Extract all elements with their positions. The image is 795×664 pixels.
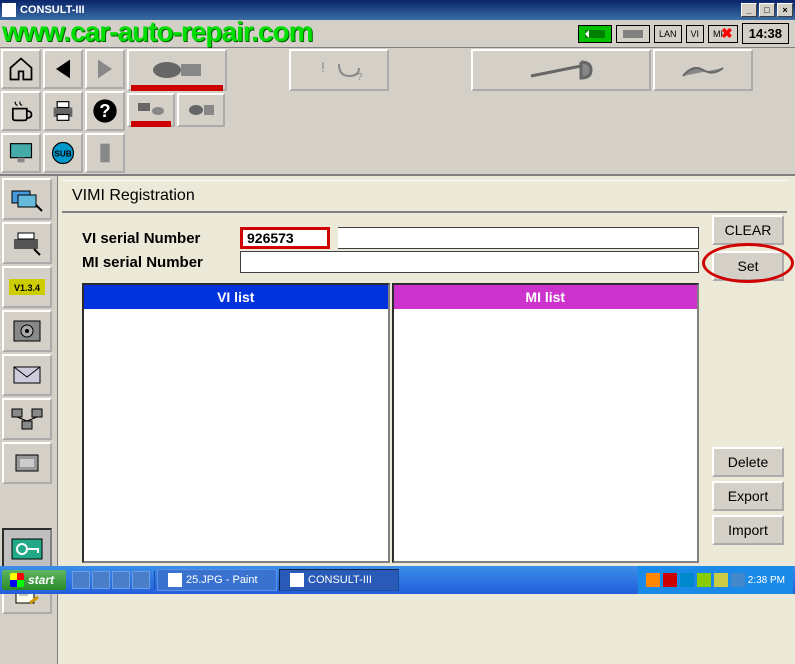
misc-section-button[interactable] (653, 49, 753, 91)
mi-serial-label: MI serial Number (82, 254, 232, 271)
window-title: CONSULT-III (20, 4, 85, 16)
tray-icon-1[interactable] (646, 573, 660, 587)
taskbar-item-consult[interactable]: CONSULT-III (279, 569, 399, 591)
minimize-button[interactable]: _ (741, 3, 757, 17)
maximize-button[interactable]: □ (759, 3, 775, 17)
right-button-column: CLEAR Set Delete Export Import (709, 213, 787, 567)
mi-list-header: MI list (394, 285, 698, 309)
vehicle-section-button[interactable] (127, 49, 227, 91)
ql-app2-icon[interactable] (132, 571, 150, 589)
screen-button[interactable] (1, 133, 41, 173)
device-status-icon (616, 25, 650, 43)
wrench-section-button[interactable] (471, 49, 651, 91)
vi-serial-input[interactable] (240, 227, 330, 249)
start-button[interactable]: start (2, 570, 66, 590)
connection-green-icon (578, 25, 612, 43)
svg-text:?: ? (99, 100, 110, 121)
lan-status: LAN (654, 25, 682, 43)
main-toolbar: ? SUB !? (0, 48, 795, 176)
app-icon (2, 3, 16, 17)
vi-list-body[interactable] (84, 309, 388, 561)
import-button[interactable]: Import (712, 515, 784, 545)
watermark-text: www.car-auto-repair.com (2, 16, 313, 48)
consult-icon (290, 573, 304, 587)
svg-text:V1.3.4: V1.3.4 (14, 283, 40, 293)
back-button[interactable] (43, 49, 83, 89)
mi-status: MI✖ (708, 25, 738, 43)
column-button[interactable] (85, 133, 125, 173)
windows-taskbar: start 25.JPG - Paint CONSULT-III 2:38 PM (0, 566, 795, 594)
svg-text:?: ? (357, 72, 363, 82)
sidebar-device-button[interactable] (2, 442, 52, 484)
sidebar-network-button[interactable] (2, 398, 52, 440)
sub-button[interactable]: SUB (43, 133, 83, 173)
ql-desktop-icon[interactable] (92, 571, 110, 589)
svg-text:SUB: SUB (54, 150, 71, 159)
vi-serial-extended[interactable] (338, 227, 699, 249)
vi-list-header: VI list (84, 285, 388, 309)
mi-disconnected-icon: ✖ (721, 25, 733, 42)
forward-button[interactable] (85, 49, 125, 89)
help-button[interactable]: ? (85, 91, 125, 131)
vi-list-table: VI list (82, 283, 390, 563)
sidebar-safe-button[interactable] (2, 310, 52, 352)
tray-icon-3[interactable] (680, 573, 694, 587)
delete-button[interactable]: Delete (712, 447, 784, 477)
vi-status: VI (686, 25, 705, 43)
sub-section-2-button[interactable] (177, 93, 225, 127)
tray-icon-2[interactable] (663, 573, 677, 587)
diagnosis-section-button[interactable]: !? (289, 49, 389, 91)
export-button[interactable]: Export (712, 481, 784, 511)
system-tray: 2:38 PM (638, 566, 793, 594)
mi-list-body[interactable] (394, 309, 698, 561)
tray-icon-5[interactable] (714, 573, 728, 587)
sub-section-1-button[interactable] (127, 93, 175, 127)
svg-text:!: ! (321, 59, 325, 75)
sidebar-print-button[interactable] (2, 222, 52, 264)
sidebar-version-button[interactable]: V1.3.4 (2, 266, 52, 308)
paint-icon (168, 573, 182, 587)
ql-ie-icon[interactable] (72, 571, 90, 589)
vi-serial-label: VI serial Number (82, 230, 232, 247)
mi-list-table: MI list (392, 283, 700, 563)
sidebar-folders-button[interactable] (2, 178, 52, 220)
home-button[interactable] (1, 49, 41, 89)
tray-clock: 2:38 PM (748, 575, 785, 586)
coffee-button[interactable] (1, 91, 41, 131)
tray-icon-6[interactable] (731, 573, 745, 587)
quick-launch (68, 571, 155, 589)
clear-button[interactable]: CLEAR (712, 215, 784, 245)
ql-app-icon[interactable] (112, 571, 130, 589)
sidebar-key-button[interactable] (2, 528, 52, 570)
taskbar-item-paint[interactable]: 25.JPG - Paint (157, 569, 277, 591)
set-button[interactable]: Set (712, 251, 784, 281)
sidebar-mail-button[interactable] (2, 354, 52, 396)
close-button[interactable]: × (777, 3, 793, 17)
print-button[interactable] (43, 91, 83, 131)
windows-logo-icon (10, 573, 24, 587)
tray-icon-4[interactable] (697, 573, 711, 587)
mi-serial-input[interactable] (240, 251, 699, 273)
clock-display: 14:38 (742, 23, 789, 44)
panel-title: VIMI Registration (62, 180, 787, 213)
